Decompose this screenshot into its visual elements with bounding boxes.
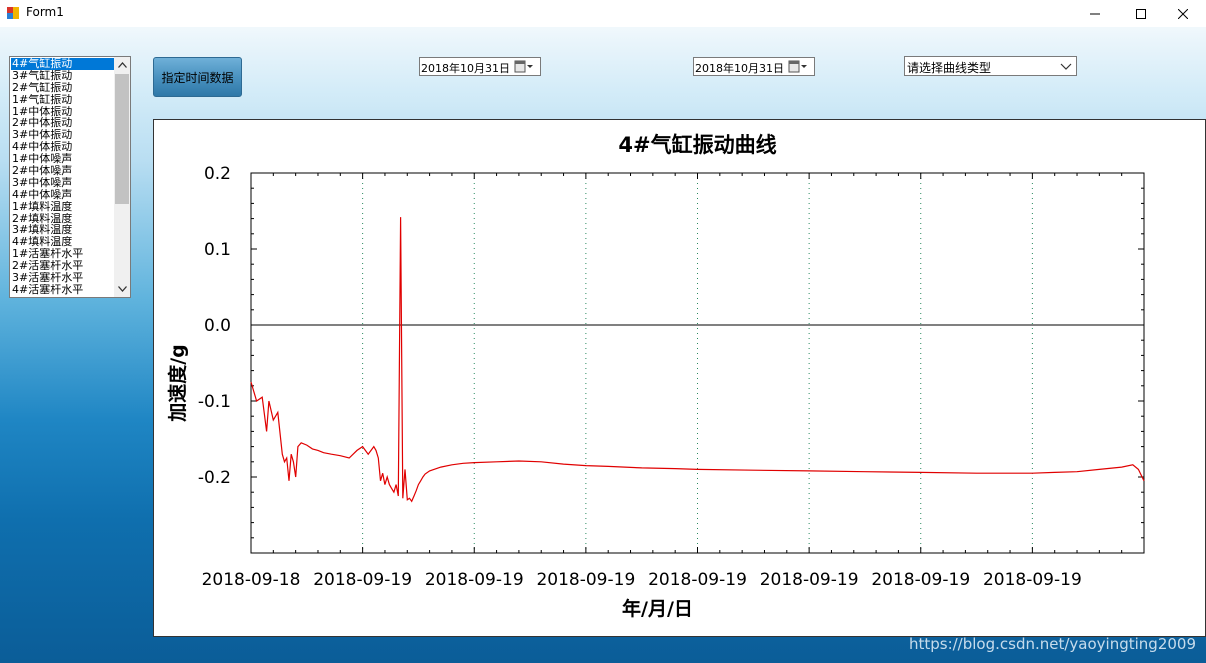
list-item[interactable]: 2#活塞杆水平 (11, 260, 114, 272)
start-date-value: 2018年10月31日 (421, 62, 510, 75)
start-date-picker[interactable]: 2018年10月31日 (419, 57, 541, 76)
list-item[interactable]: 4#中体振动 (11, 141, 114, 153)
list-item[interactable]: 3#气缸振动 (11, 70, 114, 82)
chevron-down-icon (1060, 63, 1072, 70)
minimize-icon (1090, 13, 1100, 14)
scroll-up-arrow[interactable] (114, 57, 130, 73)
list-item[interactable]: 2#填料温度 (11, 213, 114, 225)
chevron-up-icon (117, 62, 127, 68)
list-item[interactable]: 4#气缸振动 (11, 58, 114, 70)
close-button[interactable] (1160, 0, 1206, 27)
window-title: Form1 (26, 5, 64, 19)
chart-title: 4#气缸振动曲线 (618, 133, 776, 157)
list-item[interactable]: 1#填料温度 (11, 201, 114, 213)
list-item[interactable]: 2#中体振动 (11, 117, 114, 129)
app-icon (7, 7, 19, 19)
list-item[interactable]: 3#中体振动 (11, 129, 114, 141)
maximize-button[interactable] (1118, 0, 1164, 27)
curve-type-value: 请选择曲线类型 (907, 61, 992, 75)
list-item[interactable]: 3#中体噪声 (11, 177, 114, 189)
y-tick-label: -0.2 (198, 468, 231, 488)
x-tick-label: 2018-09-19 (871, 570, 970, 590)
y-axis-label: 加速度/g (166, 344, 189, 423)
list-item[interactable]: 1#气缸振动 (11, 94, 114, 106)
list-item[interactable]: 4#中体噪声 (11, 189, 114, 201)
y-tick-label: 0.1 (204, 240, 231, 260)
close-icon (1178, 8, 1188, 19)
x-tick-label: 2018-09-18 (202, 570, 301, 590)
x-tick-label: 2018-09-19 (425, 570, 524, 590)
chevron-down-icon (117, 286, 127, 292)
sensor-list: 4#气缸振动 3#气缸振动 2#气缸振动 1#气缸振动 1#中体振动 2#中体振动 3#中体… (11, 58, 114, 296)
maximize-icon (1136, 8, 1146, 19)
scroll-down-arrow[interactable] (114, 281, 130, 297)
list-scrollbar[interactable] (114, 57, 130, 297)
y-tick-label: 0.2 (204, 164, 231, 184)
x-tick-label: 2018-09-19 (648, 570, 747, 590)
fetch-data-label: 指定时间数据 (161, 70, 234, 85)
x-tick-label: 2018-09-19 (536, 570, 635, 590)
vibration-chart: 0.2 0.1 0.0 -0.1 -0.2 2018-09-18 2018-09-19 201… (166, 133, 1145, 620)
fetch-data-button[interactable]: 指定时间数据 (153, 57, 242, 97)
minimize-button[interactable] (1072, 0, 1118, 27)
sensor-listbox[interactable]: 4#气缸振动 3#气缸振动 2#气缸振动 1#气缸振动 1#中体振动 2#中体振动 3#中体… (9, 56, 131, 298)
x-axis-label: 年/月/日 (622, 597, 693, 620)
list-item[interactable]: 3#填料温度 (11, 224, 114, 236)
watermark-text: https://blog.csdn.net/yaoyingting2009 (908, 635, 1196, 653)
title-bar: Form1 (0, 0, 1206, 27)
calendar-dropdown-icon (788, 60, 807, 73)
y-tick-label: 0.0 (204, 316, 231, 336)
list-item[interactable]: 4#填料温度 (11, 236, 114, 248)
list-item[interactable]: 1#中体振动 (11, 106, 114, 118)
end-date-value: 2018年10月31日 (695, 62, 784, 75)
list-item[interactable]: 3#活塞杆水平 (11, 272, 114, 284)
calendar-dropdown-icon (514, 60, 533, 73)
chart-panel: 0.2 0.1 0.0 -0.1 -0.2 2018-09-18 2018-09-19 201… (153, 119, 1206, 637)
list-item[interactable]: 1#中体噪声 (11, 153, 114, 165)
list-item[interactable]: 1#活塞杆水平 (11, 248, 114, 260)
end-date-picker[interactable]: 2018年10月31日 (693, 57, 815, 76)
scroll-thumb[interactable] (115, 74, 129, 204)
x-tick-label: 2018-09-19 (313, 570, 412, 590)
x-tick-label: 2018-09-19 (760, 570, 859, 590)
list-item[interactable]: 4#活塞杆水平 (11, 284, 114, 296)
list-item[interactable]: 2#中体噪声 (11, 165, 114, 177)
x-tick-label: 2018-09-19 (983, 570, 1082, 590)
curve-type-select[interactable]: 请选择曲线类型 (904, 56, 1077, 76)
y-tick-label: -0.1 (198, 392, 231, 412)
list-item[interactable]: 2#气缸振动 (11, 82, 114, 94)
